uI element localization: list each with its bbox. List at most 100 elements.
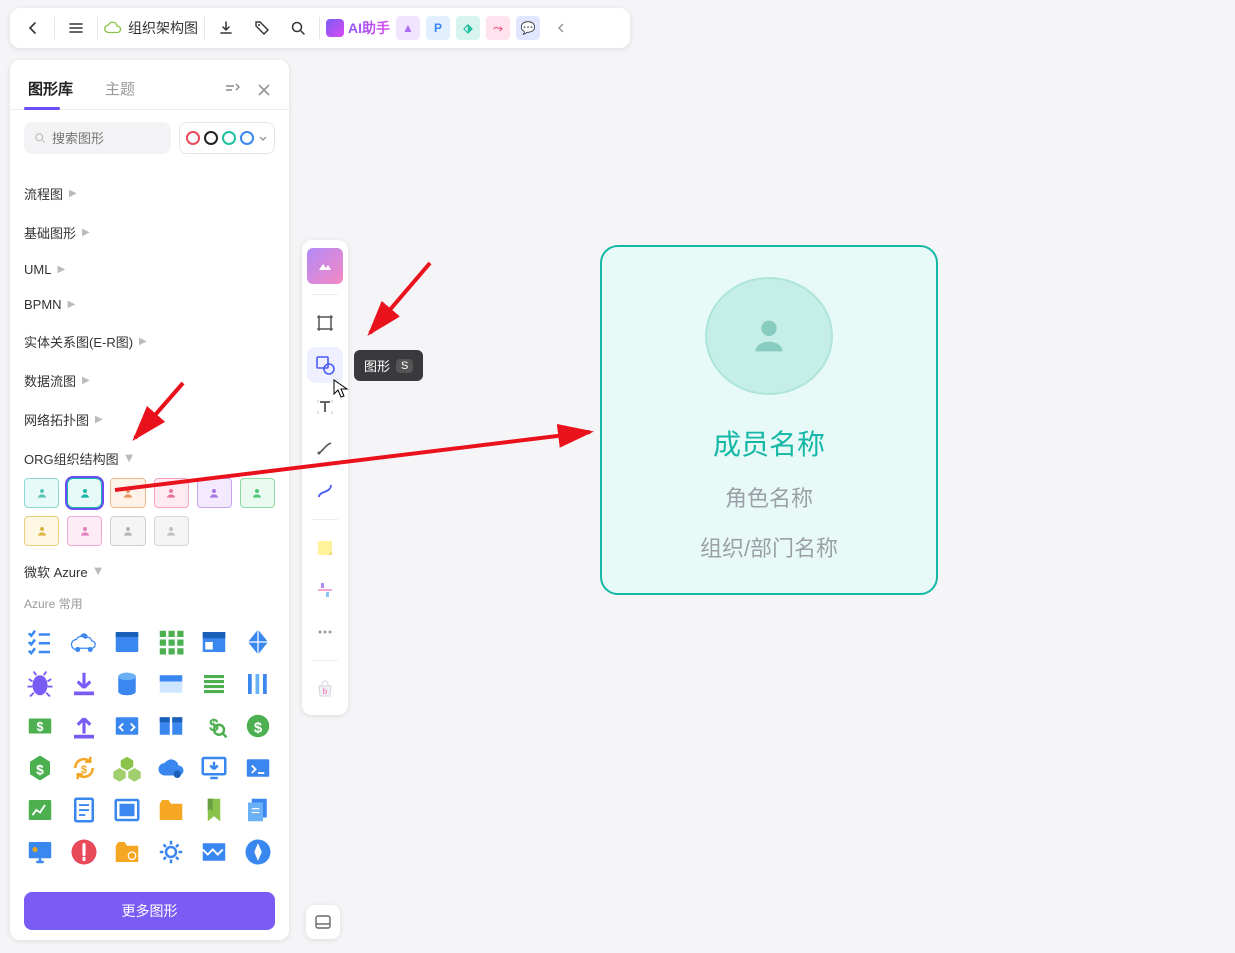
azure-lines-icon[interactable] bbox=[198, 668, 230, 700]
tab-theme[interactable]: 主题 bbox=[101, 70, 139, 109]
separator bbox=[204, 17, 205, 39]
org-shape-orange[interactable] bbox=[110, 478, 145, 508]
azure-window-icon[interactable] bbox=[111, 626, 143, 658]
search-input-field[interactable] bbox=[52, 131, 161, 146]
org-member-card[interactable]: 成员名称 角色名称 组织/部门名称 bbox=[600, 245, 938, 595]
azure-screen-icon[interactable] bbox=[24, 836, 56, 868]
azure-grid-icon[interactable] bbox=[155, 626, 187, 658]
azure-header-icon[interactable] bbox=[155, 668, 187, 700]
azure-docs-icon[interactable] bbox=[242, 794, 274, 826]
category-bpmn[interactable]: BPMN▶ bbox=[24, 287, 275, 322]
color-swatch-teal bbox=[222, 131, 236, 145]
color-swatch-black bbox=[204, 131, 218, 145]
bottom-panel-toggle[interactable] bbox=[306, 905, 340, 939]
azure-dollar-circle-icon[interactable]: $ bbox=[242, 710, 274, 742]
category-network[interactable]: 网络拓扑图▶ bbox=[24, 400, 275, 439]
azure-terminal-icon[interactable] bbox=[242, 752, 274, 784]
tool-flow-icon[interactable]: ⤳ bbox=[486, 16, 510, 40]
org-shape-purple[interactable] bbox=[197, 478, 232, 508]
azure-diamond-icon[interactable] bbox=[242, 626, 274, 658]
category-er[interactable]: 实体关系图(E-R图)▶ bbox=[24, 322, 275, 361]
org-shape-pink[interactable] bbox=[154, 478, 189, 508]
tool-image-icon[interactable]: ▲ bbox=[396, 16, 420, 40]
category-uml[interactable]: UML▶ bbox=[24, 252, 275, 287]
theme-tool[interactable] bbox=[307, 248, 343, 284]
connector-tool[interactable] bbox=[307, 473, 343, 509]
text-tool[interactable] bbox=[307, 389, 343, 425]
close-icon[interactable] bbox=[253, 79, 275, 101]
azure-compass-icon[interactable] bbox=[242, 836, 274, 868]
note-tool[interactable] bbox=[307, 530, 343, 566]
org-shape-teal[interactable] bbox=[24, 478, 59, 508]
shape-tool-tooltip: 图形 S bbox=[354, 350, 423, 381]
azure-dollar-icon[interactable]: $ bbox=[24, 710, 56, 742]
menu-button[interactable] bbox=[61, 13, 91, 43]
azure-monitor-down-icon[interactable] bbox=[198, 752, 230, 784]
category-org[interactable]: ORG组织结构图▶ bbox=[24, 439, 275, 478]
shape-tool[interactable] bbox=[307, 347, 343, 383]
azure-database-icon[interactable] bbox=[111, 668, 143, 700]
avatar-placeholder bbox=[705, 277, 833, 395]
tool-p-icon[interactable]: P bbox=[426, 16, 450, 40]
shape-search-input[interactable] bbox=[24, 122, 171, 154]
azure-cubes-icon[interactable] bbox=[111, 752, 143, 784]
back-button[interactable] bbox=[18, 13, 48, 43]
category-dataflow[interactable]: 数据流图▶ bbox=[24, 361, 275, 400]
tool-chat-icon[interactable]: 💬 bbox=[516, 16, 540, 40]
azure-cloud-node-icon[interactable] bbox=[68, 626, 100, 658]
member-name: 成员名称 bbox=[713, 423, 825, 463]
azure-bars-icon[interactable] bbox=[242, 668, 274, 700]
more-shapes-button[interactable]: 更多图形 bbox=[24, 892, 275, 930]
org-shape-gray2[interactable] bbox=[154, 516, 189, 546]
azure-alert-icon[interactable] bbox=[68, 836, 100, 868]
azure-document-icon[interactable] bbox=[68, 794, 100, 826]
azure-dual-panel-icon[interactable] bbox=[155, 710, 187, 742]
org-shape-yellow[interactable] bbox=[24, 516, 59, 546]
azure-folder-icon[interactable] bbox=[155, 794, 187, 826]
org-shape-pink2[interactable] bbox=[67, 516, 102, 546]
category-basic[interactable]: 基础图形▶ bbox=[24, 213, 275, 252]
download-button[interactable] bbox=[211, 13, 241, 43]
org-shape-teal-sel[interactable] bbox=[67, 478, 102, 508]
azure-panel-icon[interactable] bbox=[198, 626, 230, 658]
org-shape-grid bbox=[24, 478, 275, 546]
azure-pattern-icon[interactable] bbox=[198, 836, 230, 868]
category-flowchart[interactable]: 流程图▶ bbox=[24, 174, 275, 213]
org-shape-green[interactable] bbox=[240, 478, 275, 508]
search-icon bbox=[34, 131, 46, 145]
azure-chart-icon[interactable] bbox=[24, 794, 56, 826]
org-shape-gray[interactable] bbox=[110, 516, 145, 546]
color-filter-dropdown[interactable] bbox=[179, 122, 275, 154]
azure-checklist-icon[interactable] bbox=[24, 626, 56, 658]
azure-upload-icon[interactable] bbox=[68, 710, 100, 742]
azure-download-arrow-icon[interactable] bbox=[68, 668, 100, 700]
azure-hex-dollar-icon[interactable]: $ bbox=[24, 752, 56, 784]
azure-gear-icon[interactable] bbox=[155, 836, 187, 868]
ai-assistant-button[interactable]: AI助手 bbox=[326, 18, 390, 38]
bag-tool[interactable]: b bbox=[307, 671, 343, 707]
azure-image-icon[interactable] bbox=[111, 794, 143, 826]
more-tool[interactable] bbox=[307, 614, 343, 650]
pen-tool[interactable] bbox=[307, 431, 343, 467]
azure-cloud-icon[interactable] bbox=[155, 752, 187, 784]
align-tool[interactable] bbox=[307, 572, 343, 608]
tab-shape-library[interactable]: 图形库 bbox=[24, 70, 77, 109]
azure-code-icon[interactable] bbox=[111, 710, 143, 742]
azure-dollar-cycle-icon[interactable]: $ bbox=[68, 752, 100, 784]
azure-folder-gear-icon[interactable] bbox=[111, 836, 143, 868]
tool-shape-icon[interactable]: ⬗ bbox=[456, 16, 480, 40]
frame-tool[interactable] bbox=[307, 305, 343, 341]
azure-icon-grid: $ $ $ $ $ bbox=[24, 626, 275, 868]
azure-dollar-search-icon[interactable]: $ bbox=[198, 710, 230, 742]
tag-button[interactable] bbox=[247, 13, 277, 43]
collapse-button[interactable] bbox=[546, 13, 576, 43]
document-title[interactable]: 组织架构图 bbox=[104, 18, 198, 38]
category-azure[interactable]: 微软 Azure▶ bbox=[24, 552, 275, 591]
chevron-down-icon bbox=[258, 133, 268, 143]
top-toolbar: 组织架构图 AI助手 ▲ P ⬗ ⤳ 💬 bbox=[10, 8, 630, 48]
azure-bug-icon[interactable] bbox=[24, 668, 56, 700]
azure-bookmark-icon[interactable] bbox=[198, 794, 230, 826]
cloud-saved-icon bbox=[104, 19, 122, 37]
sort-icon[interactable] bbox=[221, 79, 243, 101]
search-button[interactable] bbox=[283, 13, 313, 43]
